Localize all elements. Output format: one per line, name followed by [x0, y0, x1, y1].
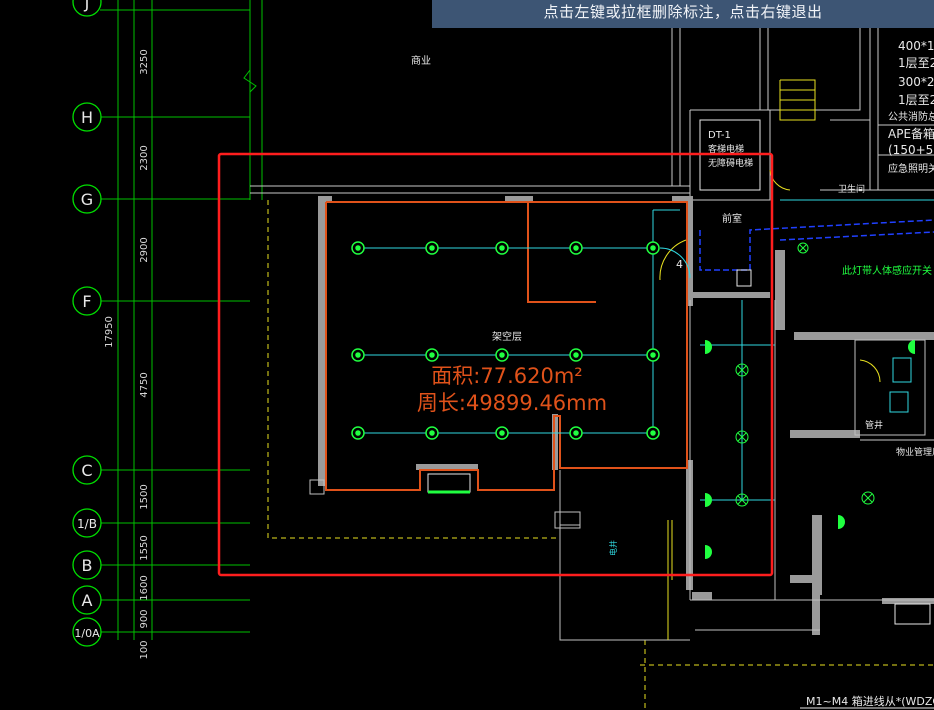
dim-total-17950: 17950 — [104, 316, 115, 348]
axis-label-a: A — [82, 591, 93, 610]
crossed-light-icon — [797, 242, 809, 254]
dim-2900: 2900 — [139, 237, 150, 262]
window-opening — [427, 473, 471, 493]
room-label-shop: 商业 — [411, 54, 431, 67]
equipment-symbols — [736, 269, 931, 625]
annotation-texts: 此灯带人体感应开关 4 M1~M4 箱进线从*(WDZC-YJ — [676, 258, 934, 708]
light-fixture-icon — [351, 426, 365, 440]
axis-label-f: F — [82, 292, 91, 311]
axis-label-j: J — [84, 0, 90, 12]
crossed-light-icon — [861, 491, 875, 505]
light-fixture-icon — [646, 426, 660, 440]
light-fixture-icon — [569, 348, 583, 362]
dim-4750: 4750 — [139, 372, 150, 397]
room-label-small: 卫生间 — [838, 183, 865, 195]
outer-walls — [250, 0, 934, 601]
wall-lamp-icon — [908, 340, 915, 354]
dim-1550: 1550 — [139, 535, 150, 560]
light-fixture-icon — [495, 348, 509, 362]
bottom-note: M1~M4 箱进线从*(WDZC-YJ — [806, 694, 934, 708]
axis-label-b: B — [82, 556, 93, 575]
dimension-texts: 3250 2300 2900 4750 1500 1550 1600 900 1… — [104, 49, 150, 659]
light-fixture-icon — [495, 426, 509, 440]
dim-1500: 1500 — [139, 484, 150, 509]
light-fixture-icon — [425, 241, 439, 255]
light-fixture-icon — [351, 241, 365, 255]
room-label-main: 架空层 — [492, 330, 522, 343]
axis-label-h: H — [81, 108, 93, 127]
light-fixture-icon — [425, 426, 439, 440]
interior-lines — [309, 119, 934, 641]
dim-3250: 3250 — [139, 49, 150, 74]
elevator-text: DT-1 客梯电梯 无障碍电梯 — [708, 130, 753, 169]
measurement-result: 面积:77.620m² 周长:49899.46mm — [417, 364, 607, 415]
axis-label-c: C — [81, 461, 92, 480]
wall-fills — [318, 196, 934, 635]
room-label-property: 物业管理用房 — [896, 446, 934, 458]
axis-labels: J H G F C 1/B B A 1/0A — [74, 0, 100, 640]
note-0: 400*1 — [898, 39, 934, 53]
door-swing-cyan — [659, 247, 691, 279]
light-fixture-icon — [351, 348, 365, 362]
dim-900: 900 — [139, 609, 150, 628]
note-7: 应急照明关 — [888, 162, 934, 175]
light-fixture-icon — [646, 348, 660, 362]
area-readout: 面积:77.620m² — [431, 364, 582, 388]
axis-label-g: G — [81, 190, 93, 209]
cad-viewport[interactable]: J H G F C 1/B B A 1/0A 3250 2300 2900 47… — [0, 0, 934, 710]
elevator-note2: 无障碍电梯 — [708, 157, 753, 169]
light-fixture-icon — [425, 348, 439, 362]
light-fixture-icon — [495, 241, 509, 255]
elevator-label: DT-1 — [708, 130, 731, 141]
light-fixture-icon — [569, 241, 583, 255]
room-label-front: 前室 — [722, 212, 742, 225]
command-hint-bar: 点击左键或拉框删除标注，点击右键退出 — [432, 0, 934, 28]
light-fixture-icon — [569, 426, 583, 440]
door-number: 4 — [676, 258, 683, 271]
axis-bubbles — [72, 0, 102, 647]
crossed-lights — [735, 242, 875, 507]
note-4: 公共消防总 — [888, 110, 934, 123]
axis-label-1b: 1/B — [77, 517, 97, 531]
wall-lamp-icon — [705, 493, 712, 507]
blue-wires — [699, 219, 934, 271]
note-1: 1层至27 — [898, 56, 934, 70]
wall-lamp-icon — [838, 515, 845, 529]
lighting-wires — [358, 199, 934, 501]
lamp-note: 此灯带人体感应开关 — [842, 264, 932, 277]
axis-label-10a: 1/0A — [74, 627, 100, 640]
note-3: 1层至27 — [898, 93, 934, 107]
axis-lines — [100, 0, 263, 640]
dim-2300: 2300 — [139, 145, 150, 170]
light-fixture-icon — [646, 241, 660, 255]
cad-drawing[interactable]: J H G F C 1/B B A 1/0A 3250 2300 2900 47… — [0, 0, 934, 710]
note-2: 300*2 — [898, 75, 934, 89]
dashed-lines — [267, 200, 934, 710]
wall-lamp-icon — [705, 545, 712, 559]
perimeter-readout: 周长:49899.46mm — [417, 391, 607, 415]
dim-1600: 1600 — [139, 575, 150, 600]
room-label-pipe: 管井 — [865, 419, 883, 431]
right-notes: 400*1 1层至27 300*2 1层至27 公共消防总 APE备箱 (150… — [888, 39, 934, 175]
wall-lamp-icon — [705, 340, 712, 354]
room-label-electric: 电井 — [608, 540, 618, 556]
note-6: (150+50 — [888, 143, 934, 157]
dim-100: 100 — [139, 640, 150, 659]
note-5: APE备箱 — [888, 126, 934, 141]
